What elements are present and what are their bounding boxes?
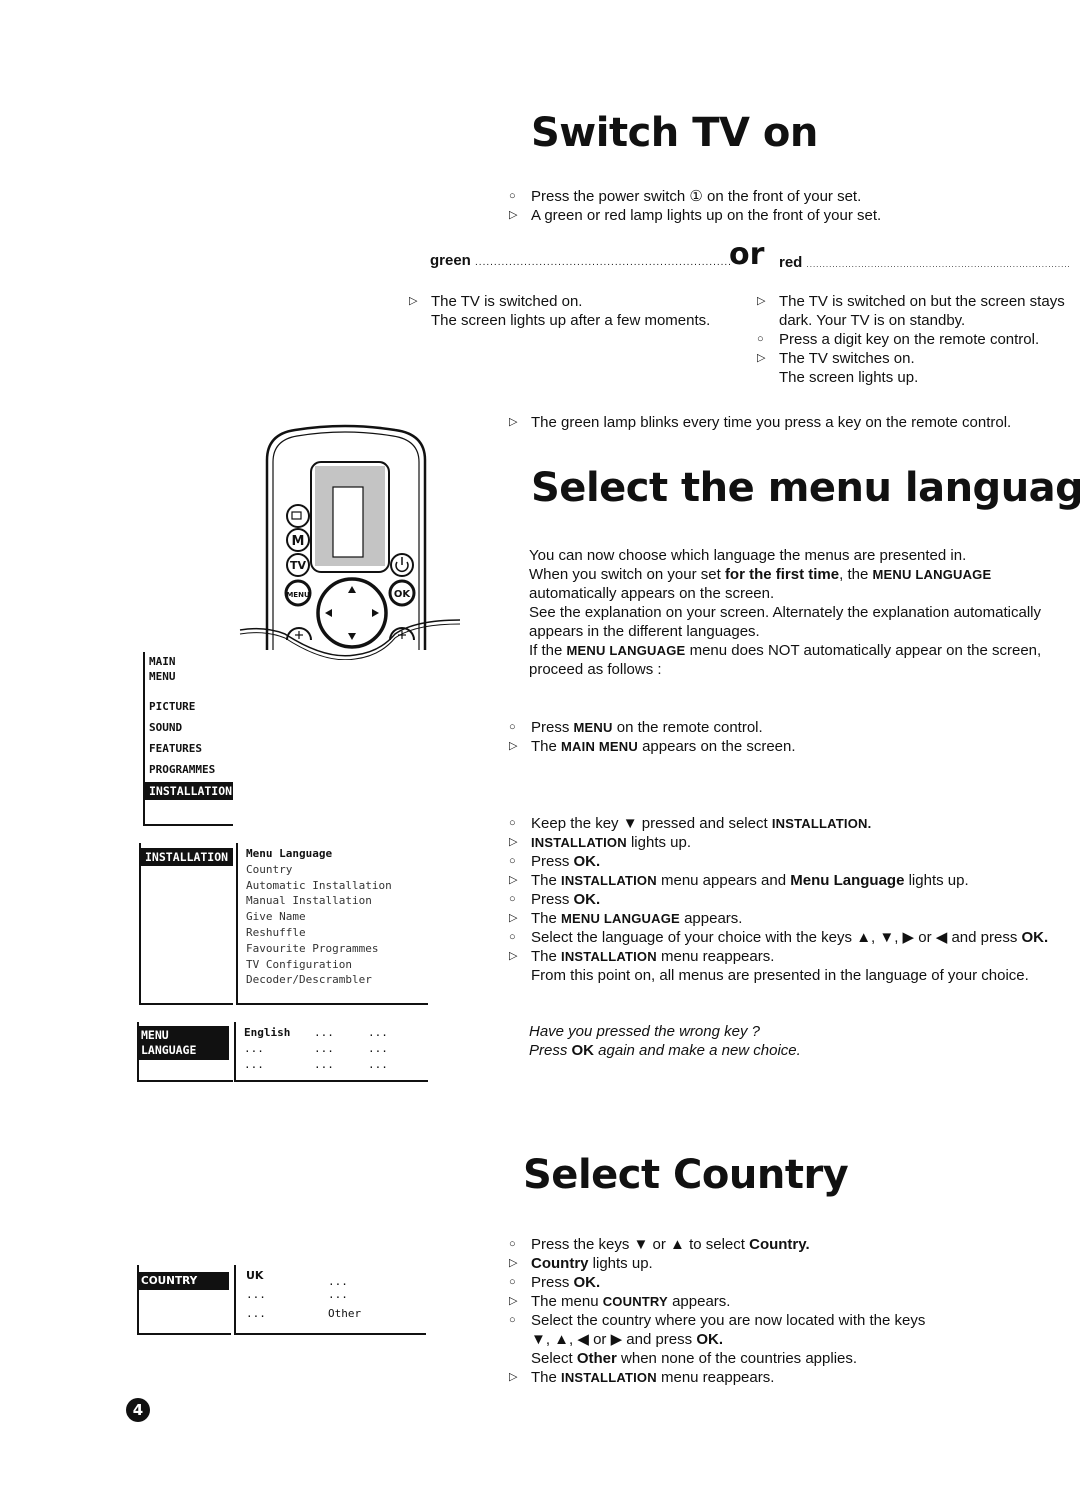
dpad-left-arrow-icon[interactable] bbox=[325, 609, 332, 617]
circle-bullet-icon: ○ bbox=[509, 931, 516, 943]
red-result: ▷ The TV is switched on but the screen st… bbox=[757, 293, 1065, 386]
osd-main-menu: MAIN MENU PICTURE SOUND FEATURES PROGRAM… bbox=[143, 652, 233, 826]
triangle-bullet-icon: ▷ bbox=[509, 950, 518, 962]
remote-power-button[interactable] bbox=[390, 553, 414, 577]
select-country-title: Select Country bbox=[523, 1152, 849, 1198]
circle-bullet-icon: ○ bbox=[509, 1276, 516, 1288]
osd-item-country[interactable]: Country bbox=[246, 862, 392, 878]
press-menu-steps: ○ Press MENU on the remote control. ▷ The … bbox=[509, 719, 796, 755]
triangle-bullet-icon: ▷ bbox=[509, 912, 518, 924]
osd-language-option[interactable]: ... bbox=[368, 1057, 388, 1073]
osd-language-option[interactable]: ... bbox=[244, 1057, 314, 1073]
triangle-bullet-icon: ▷ bbox=[509, 416, 518, 428]
svg-text:TV: TV bbox=[290, 559, 307, 572]
osd-item-menu-language[interactable]: Menu Language bbox=[246, 846, 392, 862]
osd-item-favourite-programmes[interactable]: Favourite Programmes bbox=[246, 941, 392, 957]
lamp-green-leader: green ..................................… bbox=[430, 252, 730, 269]
osd-item-features[interactable]: FEATURES bbox=[149, 738, 215, 759]
osd-country-option[interactable]: ... bbox=[246, 1304, 328, 1323]
osd-item-tv-configuration[interactable]: TV Configuration bbox=[246, 957, 392, 973]
osd-installation-header: INSTALLATION bbox=[141, 848, 233, 866]
svg-text:MENU: MENU bbox=[286, 591, 310, 599]
osd-menu-language-left-panel: MENU LANGUAGE bbox=[137, 1022, 233, 1082]
circle-bullet-icon: ○ bbox=[757, 333, 764, 345]
osd-language-option[interactable]: ... bbox=[368, 1041, 388, 1057]
remote-tv-button[interactable]: TV bbox=[286, 553, 310, 577]
blink-note: ▷ The green lamp blinks every time you pr… bbox=[509, 414, 1012, 431]
triangle-bullet-icon: ▷ bbox=[509, 209, 518, 221]
circle-bullet-icon: ○ bbox=[509, 190, 516, 202]
triangle-bullet-icon: ▷ bbox=[509, 836, 518, 848]
osd-language-option[interactable]: ... bbox=[314, 1041, 368, 1057]
osd-item-automatic-installation[interactable]: Automatic Installation bbox=[246, 878, 392, 894]
osd-language-english[interactable]: English bbox=[244, 1025, 314, 1041]
step-press-power: ○ Press the power switch ① on the front o… bbox=[509, 188, 862, 205]
remote-control-illustration: M TV MENU OK bbox=[239, 424, 461, 660]
osd-item-programmes[interactable]: PROGRAMMES bbox=[149, 759, 215, 780]
circle-bullet-icon: ○ bbox=[509, 1238, 516, 1250]
svg-text:M: M bbox=[292, 534, 305, 549]
menu-language-intro: You can now choose which language the me… bbox=[529, 547, 1042, 678]
dpad-right-arrow-icon[interactable] bbox=[372, 609, 379, 617]
circle-bullet-icon: ○ bbox=[509, 855, 516, 867]
wrong-key-tip: Have you pressed the wrong key ? Press O… bbox=[529, 1023, 801, 1059]
lamp-red-label: red bbox=[779, 254, 803, 271]
osd-item-give-name[interactable]: Give Name bbox=[246, 909, 392, 925]
osd-country-option[interactable]: ... bbox=[246, 1285, 328, 1304]
circle-bullet-icon: ○ bbox=[509, 817, 516, 829]
osd-country-uk[interactable]: UK bbox=[246, 1266, 328, 1285]
lamp-green-label: green bbox=[430, 252, 471, 269]
osd-language-option[interactable]: ... bbox=[244, 1041, 314, 1057]
osd-installation-list: Menu Language Country Automatic Installa… bbox=[236, 843, 428, 1005]
osd-item-sound[interactable]: SOUND bbox=[149, 717, 215, 738]
osd-country-header: COUNTRY bbox=[137, 1272, 229, 1290]
osd-country-other[interactable]: Other bbox=[328, 1304, 361, 1323]
triangle-bullet-icon: ▷ bbox=[509, 874, 518, 886]
triangle-bullet-icon: ▷ bbox=[757, 295, 766, 307]
triangle-bullet-icon: ▷ bbox=[509, 740, 518, 752]
dpad-down-arrow-icon[interactable] bbox=[348, 633, 356, 640]
remote-ok-button[interactable]: OK bbox=[388, 579, 416, 607]
osd-language-option[interactable]: ... bbox=[368, 1025, 388, 1041]
main-menu-title: MAIN bbox=[149, 655, 176, 668]
country-steps: ○ Press the keys ▼ or ▲ to select Country… bbox=[509, 1236, 926, 1386]
triangle-bullet-icon: ▷ bbox=[509, 1295, 518, 1307]
switch-tv-on-title: Switch TV on bbox=[531, 110, 818, 156]
dpad-up-arrow-icon[interactable] bbox=[348, 586, 356, 593]
osd-item-decoder[interactable]: Decoder/Descrambler bbox=[246, 972, 392, 988]
circle-bullet-icon: ○ bbox=[509, 1314, 516, 1326]
remote-menu-button[interactable]: MENU bbox=[284, 579, 312, 607]
triangle-bullet-icon: ▷ bbox=[509, 1257, 518, 1269]
green-result: ▷ The TV is switched on. The screen light… bbox=[409, 293, 711, 329]
step-lamp-lights: ▷ A green or red lamp lights up on the fr… bbox=[509, 207, 882, 224]
osd-country-left-panel: COUNTRY bbox=[137, 1265, 231, 1335]
osd-menu-language-header: MENU LANGUAGE bbox=[137, 1026, 229, 1060]
osd-item-installation-selected[interactable]: INSTALLATION bbox=[145, 782, 233, 800]
circle-bullet-icon: ○ bbox=[509, 721, 516, 733]
page-number-badge: 4 bbox=[126, 1398, 150, 1422]
osd-item-manual-installation[interactable]: Manual Installation bbox=[246, 893, 392, 909]
osd-language-grid: English ... ... ... ... ... ... ... ... bbox=[234, 1022, 428, 1082]
triangle-bullet-icon: ▷ bbox=[509, 1371, 518, 1383]
osd-country-option[interactable]: ... bbox=[328, 1272, 348, 1291]
switch-on-steps: ○ Press the power switch ① on the front o… bbox=[509, 187, 881, 225]
osd-item-picture[interactable]: PICTURE bbox=[149, 696, 215, 717]
osd-language-option[interactable]: ... bbox=[314, 1057, 368, 1073]
lamp-or-label: or bbox=[729, 237, 765, 272]
remote-input-button[interactable] bbox=[286, 504, 310, 528]
installation-steps: ○ Keep the key ▼ pressed and select INSTA… bbox=[509, 815, 1049, 984]
lamp-red-leader: red ....................................… bbox=[779, 254, 1071, 271]
svg-text:OK: OK bbox=[394, 589, 412, 600]
circle-bullet-icon: ○ bbox=[509, 893, 516, 905]
osd-item-reshuffle[interactable]: Reshuffle bbox=[246, 925, 392, 941]
triangle-bullet-icon: ▷ bbox=[409, 295, 418, 307]
osd-language-option[interactable]: ... bbox=[314, 1025, 368, 1041]
remote-m-button[interactable]: M bbox=[286, 528, 310, 552]
select-menu-language-title: Select the menu language bbox=[531, 465, 1080, 511]
triangle-bullet-icon: ▷ bbox=[757, 352, 766, 364]
osd-installation-left-panel: INSTALLATION bbox=[139, 843, 233, 1005]
osd-country-grid: UK ... ... ... ... Other bbox=[234, 1265, 426, 1335]
